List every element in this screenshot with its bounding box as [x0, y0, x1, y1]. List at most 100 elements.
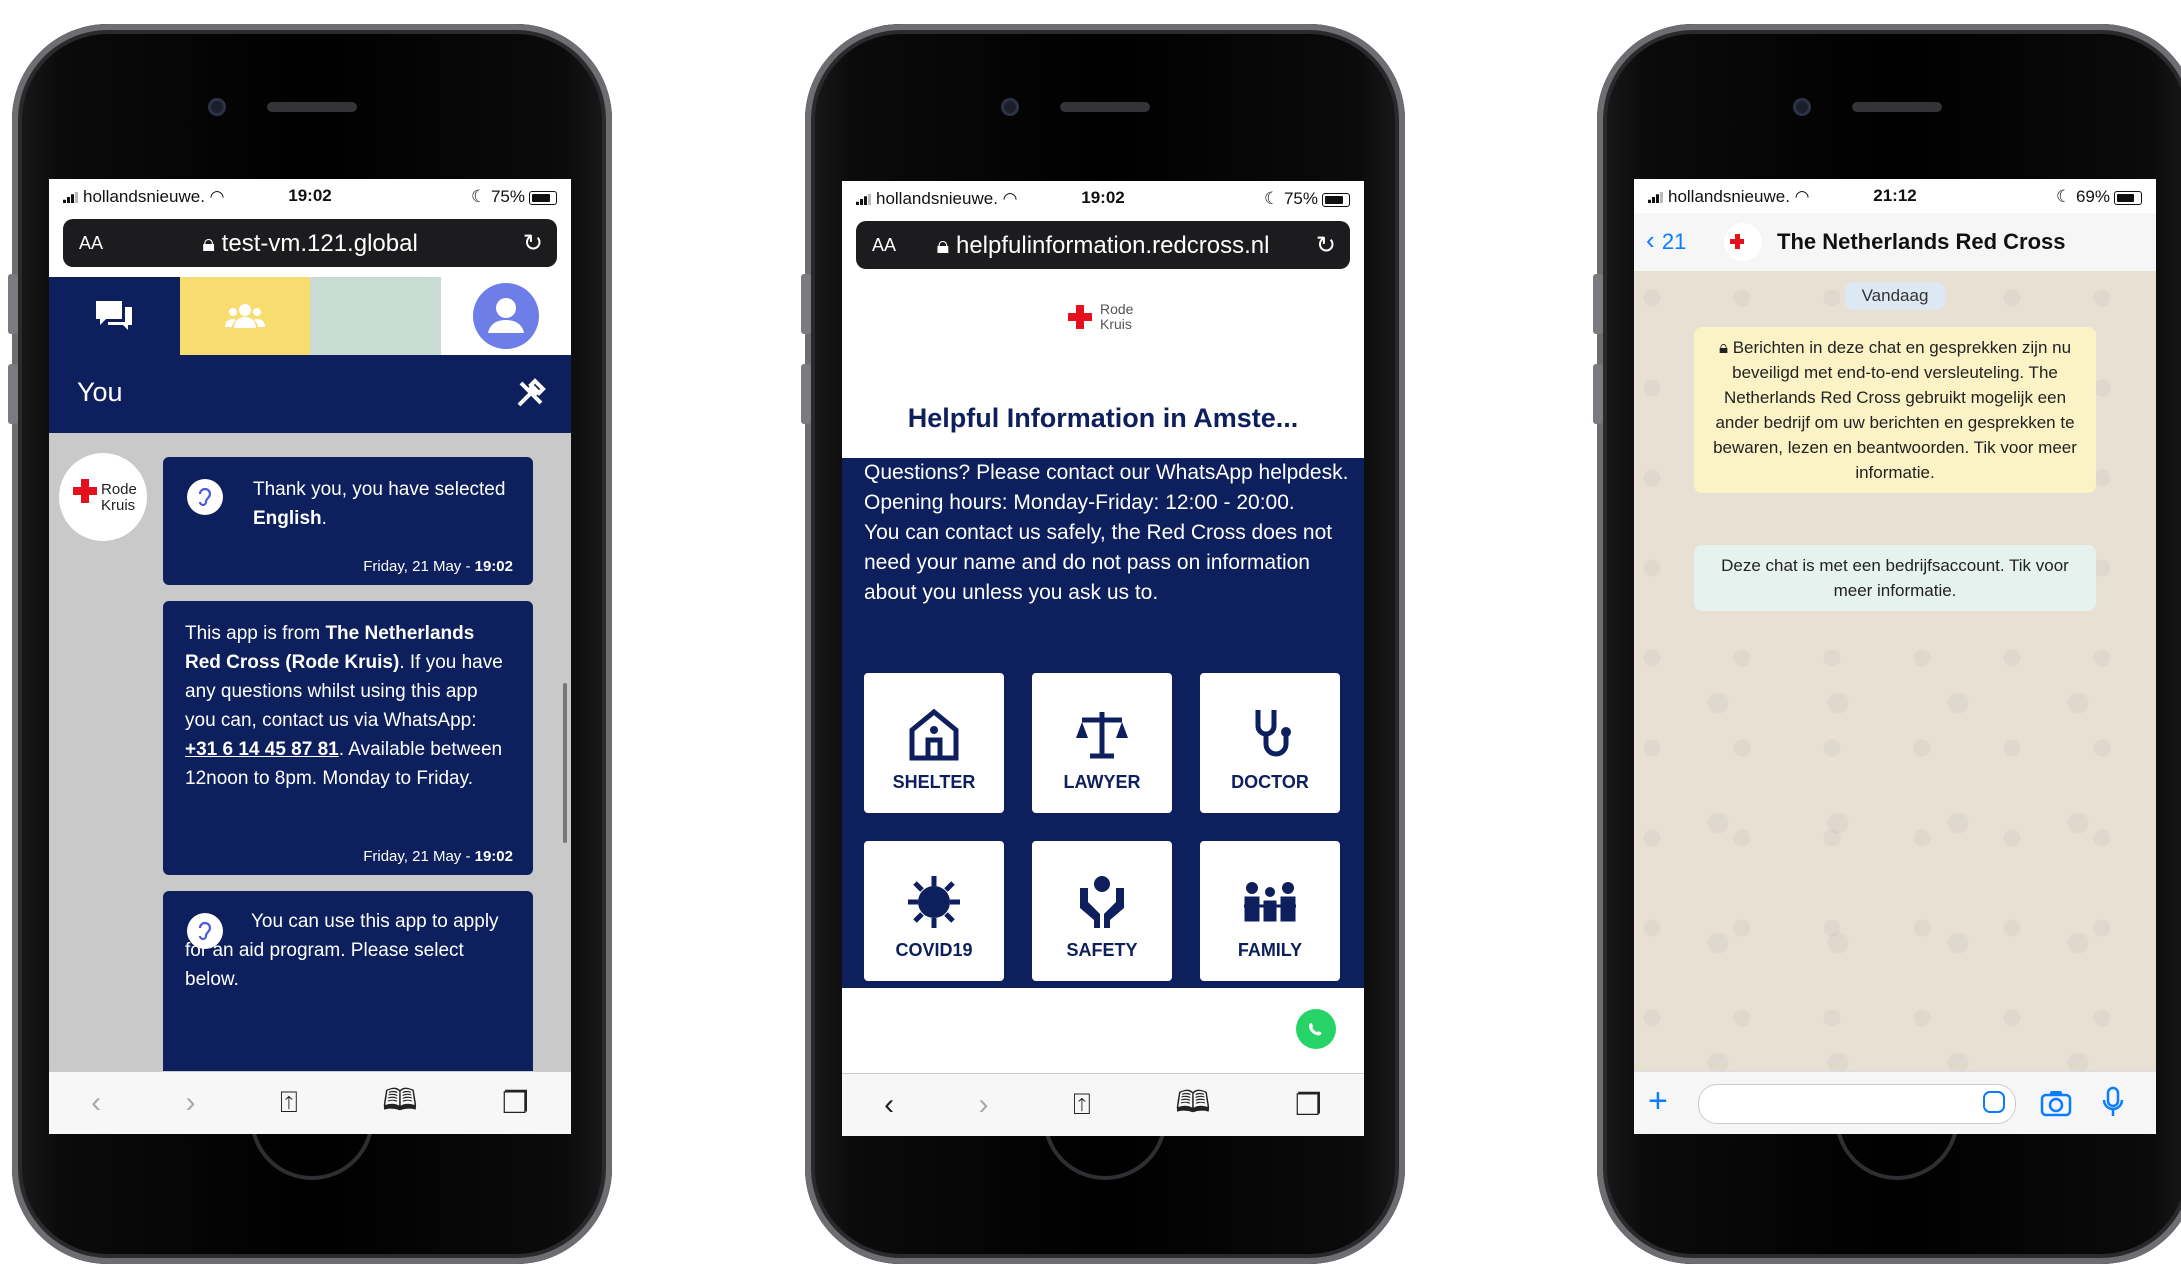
family-icon: [1244, 882, 1296, 922]
tile-safety[interactable]: SAFETY: [1032, 841, 1172, 981]
battery-percent: 75%: [490, 187, 525, 206]
whatsapp-button[interactable]: [1296, 1009, 1336, 1049]
share-icon[interactable]: ⍐: [280, 1086, 298, 1120]
url-bar[interactable]: AA 🔒︎ helpfulinformation.redcross.nl ↻: [856, 221, 1350, 269]
message-bubble: This app is from The Netherlands Red Cro…: [163, 601, 533, 875]
safari-toolbar: ‹ › ⍐ 🕮︎ ❐: [842, 1073, 1364, 1136]
scrollbar[interactable]: [563, 683, 567, 843]
camera-icon[interactable]: [2040, 1089, 2072, 1117]
status-bar: hollandsnieuwe. ◠ 19:02 ☾ 75%: [842, 181, 1364, 215]
tab-group[interactable]: [179, 277, 310, 355]
message-text: Thank you, you have selected: [253, 479, 506, 500]
status-bar: hollandsnieuwe. ◠ 19:02 ☾ 75%: [49, 179, 571, 213]
whatsapp-phone-link[interactable]: +31 6 14 45 87 81: [185, 739, 339, 760]
url-bar[interactable]: AA 🔒︎ test-vm.121.global ↻: [63, 219, 557, 267]
unread-count: 21: [1661, 229, 1687, 254]
encryption-text: Berichten in deze chat en gesprekken zij…: [1713, 338, 2077, 482]
chevron-left-icon: ‹: [1646, 225, 1655, 255]
tab-chat[interactable]: [49, 277, 180, 355]
lock-icon: 🔒︎: [202, 230, 215, 257]
status-bar: hollandsnieuwe. ◠ 21:12 ☾ 69%: [1634, 179, 2156, 213]
tile-label: SHELTER: [892, 772, 976, 792]
tile-label: DOCTOR: [1231, 772, 1309, 792]
page-title: Helpful Information in Amste...: [907, 403, 1299, 433]
tile-label: SAFETY: [1066, 940, 1138, 960]
share-icon[interactable]: ⍐: [1073, 1088, 1091, 1122]
avatar-icon: [472, 283, 539, 349]
contact-avatar[interactable]: [1724, 223, 1762, 261]
moon-icon: ☾: [2055, 187, 2072, 206]
message-text: This app is from: [185, 623, 326, 644]
chat-area[interactable]: Rode Kruis Thank you, you have selected …: [49, 433, 571, 1081]
url-text: test-vm.121.global: [221, 230, 418, 257]
chat-icon: [96, 301, 133, 330]
ear-icon: [187, 479, 223, 515]
back-icon[interactable]: ‹: [91, 1086, 101, 1120]
battery-icon: [1322, 192, 1350, 207]
sticker-icon[interactable]: [1983, 1091, 2005, 1113]
safety-hands-icon: [1080, 876, 1124, 928]
tools-icon[interactable]: [515, 377, 547, 409]
message-timestamp: Friday, 21 May - 19:02: [363, 558, 513, 575]
battery-percent: 69%: [2075, 187, 2110, 206]
info-panel: Questions? Please contact our WhatsApp h…: [842, 458, 1364, 988]
bookmarks-icon[interactable]: 🕮︎: [382, 1078, 417, 1129]
reload-icon[interactable]: ↻: [1316, 231, 1336, 260]
scales-icon: [1076, 712, 1128, 759]
tile-doctor[interactable]: DOCTOR: [1200, 673, 1340, 813]
back-icon[interactable]: ‹: [884, 1088, 894, 1122]
logo-text-rode: Rode: [101, 481, 137, 498]
tabs-icon[interactable]: ❐: [1295, 1088, 1322, 1123]
lock-icon: 🔒︎: [1718, 338, 1728, 357]
message-text: You can use this app to apply for an aid…: [185, 911, 499, 990]
encryption-notice[interactable]: 🔒︎ Berichten in deze chat en gesprekken …: [1694, 327, 2096, 493]
bookmarks-icon[interactable]: 🕮︎: [1175, 1080, 1210, 1131]
plus-icon[interactable]: +: [1648, 1082, 1668, 1121]
tile-label: COVID19: [895, 940, 973, 960]
logo-text-kruis: Kruis: [1100, 316, 1132, 332]
microphone-icon[interactable]: [2102, 1086, 2124, 1118]
battery-icon: [529, 190, 557, 205]
message-input[interactable]: [1698, 1084, 2016, 1124]
url-text: helpfulinformation.redcross.nl: [955, 232, 1270, 259]
date-chip: Vandaag: [1845, 282, 1945, 310]
message-bold: English: [253, 508, 322, 529]
tile-label: FAMILY: [1237, 940, 1303, 960]
tab-profile[interactable]: [440, 277, 571, 355]
ear-icon: [187, 913, 223, 949]
tile-lawyer[interactable]: LAWYER: [1032, 673, 1172, 813]
chat-area[interactable]: Vandaag 🔒︎ Berichten in deze chat en ges…: [1634, 271, 2156, 1072]
phone-3: hollandsnieuwe. ◠ 21:12 ☾ 69% ‹ 21 The N…: [1593, 24, 2181, 1264]
helpdesk-text: Questions? Please contact our WhatsApp h…: [864, 461, 1349, 514]
profile-header: You: [49, 355, 571, 433]
phone-1: hollandsnieuwe. ◠ 19:02 ☾ 75% AA 🔒︎ test…: [8, 24, 612, 1264]
phone-3-screen: hollandsnieuwe. ◠ 21:12 ☾ 69% ‹ 21 The N…: [1634, 179, 2156, 1134]
tabs-icon[interactable]: ❐: [502, 1086, 529, 1121]
moon-icon: ☾: [1263, 189, 1280, 208]
tile-covid19[interactable]: COVID19: [864, 841, 1004, 981]
shelter-icon: [909, 708, 959, 761]
whatsapp-icon: [1309, 1023, 1322, 1036]
battery-icon: [2114, 190, 2142, 205]
tile-family[interactable]: FAMILY: [1200, 841, 1340, 981]
tile-label: LAWYER: [1063, 772, 1141, 792]
reload-icon[interactable]: ↻: [523, 229, 543, 258]
business-text: Deze chat is met een bedrijfsaccount. Ti…: [1721, 556, 2069, 600]
business-notice[interactable]: Deze chat is met een bedrijfsaccount. Ti…: [1694, 545, 2096, 611]
site-logo: Rode Kruis: [1068, 301, 1158, 337]
safari-toolbar: ‹ › ⍐ 🕮︎ ❐: [49, 1071, 571, 1134]
message-bubble: Thank you, you have selected English. Fr…: [163, 457, 533, 585]
back-button[interactable]: ‹ 21: [1646, 225, 1686, 256]
forward-icon[interactable]: ›: [979, 1088, 989, 1122]
phone-2-screen: hollandsnieuwe. ◠ 19:02 ☾ 75% AA 🔒︎ help…: [842, 181, 1364, 1136]
forward-icon[interactable]: ›: [186, 1086, 196, 1120]
privacy-text: You can contact us safely, the Red Cross…: [864, 521, 1333, 604]
tab-empty[interactable]: [310, 277, 441, 355]
phone-2: hollandsnieuwe. ◠ 19:02 ☾ 75% AA 🔒︎ help…: [801, 24, 1405, 1264]
tile-shelter[interactable]: SHELTER: [864, 673, 1004, 813]
chat-header: ‹ 21 The Netherlands Red Cross: [1634, 213, 2156, 272]
contact-name[interactable]: The Netherlands Red Cross: [1777, 229, 2066, 255]
message-text-end: .: [321, 508, 327, 529]
message-timestamp: Friday, 21 May - 19:02: [363, 848, 513, 865]
phone-1-screen: hollandsnieuwe. ◠ 19:02 ☾ 75% AA 🔒︎ test…: [49, 179, 571, 1134]
